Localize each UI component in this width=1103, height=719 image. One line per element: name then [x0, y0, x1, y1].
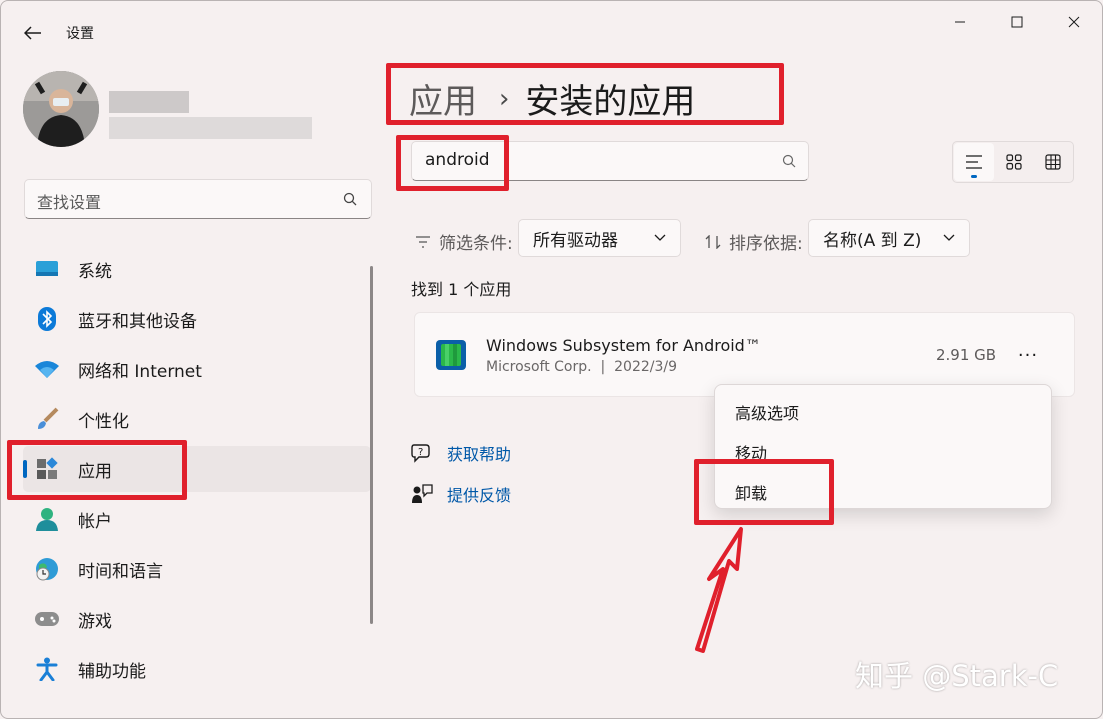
wsa-app-icon — [436, 340, 466, 370]
feedback-label: 提供反馈 — [447, 486, 512, 505]
avatar-photo-icon — [23, 71, 99, 147]
sidebar-item-label: 蓝牙和其他设备 — [78, 311, 197, 332]
chevron-down-icon — [943, 234, 955, 241]
sidebar-item-label: 帐户 — [78, 511, 112, 532]
user-icon — [34, 506, 60, 532]
close-button[interactable] — [1051, 7, 1097, 37]
settings-search-placeholder: 查找设置 — [37, 193, 102, 212]
sidebar-item-label: 个性化 — [78, 411, 129, 432]
accessibility-icon — [34, 656, 60, 682]
sidebar-item-accounts[interactable]: 帐户 — [23, 496, 371, 542]
annotation-box-search — [396, 135, 509, 191]
annotation-box-apps — [7, 440, 187, 500]
drive-filter-dropdown[interactable]: 所有驱动器 — [518, 219, 681, 257]
app-install-date: 2022/3/9 — [614, 359, 678, 375]
sort-value: 名称(A 到 Z) — [823, 230, 922, 251]
app-publisher: Microsoft Corp. — [486, 359, 592, 375]
watermark: 知乎 @Stark-C — [855, 659, 1059, 693]
app-title: 设置 — [66, 26, 94, 42]
filter-label: 筛选条件: — [415, 229, 513, 254]
sidebar-scrollbar[interactable] — [370, 266, 373, 624]
gamepad-icon — [34, 606, 60, 632]
settings-search-input[interactable]: 查找设置 — [24, 179, 372, 219]
brush-icon — [34, 406, 60, 432]
table-view-button[interactable] — [1033, 143, 1073, 181]
sort-icon — [705, 234, 721, 249]
sort-label: 排序依据: — [705, 229, 803, 254]
feedback-link[interactable]: 提供反馈 — [411, 482, 511, 506]
sidebar-item-accessibility[interactable]: 辅助功能 — [23, 646, 371, 692]
title-bar: 设置 — [1, 1, 1102, 51]
more-options-button[interactable]: ··· — [1013, 340, 1043, 370]
get-help-link[interactable]: ? 获取帮助 — [411, 441, 511, 465]
minimize-button[interactable] — [937, 7, 983, 37]
sidebar-item-personalization[interactable]: 个性化 — [23, 396, 371, 442]
annotation-box-uninstall — [694, 459, 834, 525]
sidebar-item-label: 网络和 Internet — [78, 361, 202, 382]
sidebar-item-label: 时间和语言 — [78, 561, 163, 582]
app-name: Windows Subsystem for Android™ — [486, 336, 761, 355]
search-icon — [782, 154, 796, 168]
app-size: 2.91 GB — [936, 346, 997, 364]
back-button[interactable] — [17, 17, 49, 49]
meta-separator: | — [600, 359, 606, 375]
arrow-left-icon — [24, 26, 41, 40]
annotation-arrow-icon — [695, 527, 743, 653]
filter-label-text: 筛选条件: — [439, 234, 513, 254]
bluetooth-icon — [34, 306, 60, 332]
minimize-icon — [955, 21, 965, 23]
monitor-icon — [34, 256, 60, 282]
sort-label-text: 排序依据: — [729, 234, 803, 254]
sidebar-item-label: 辅助功能 — [78, 661, 146, 682]
more-icon: ··· — [1017, 344, 1039, 366]
list-view-button[interactable] — [954, 143, 994, 181]
sidebar-item-network[interactable]: 网络和 Internet — [23, 346, 371, 392]
drive-filter-value: 所有驱动器 — [533, 230, 618, 251]
help-chat-icon: ? — [411, 444, 430, 463]
sidebar-item-gaming[interactable]: 游戏 — [23, 596, 371, 642]
annotation-box-title — [386, 63, 784, 125]
settings-window: 设置 查找设置 系统 蓝牙和其他设备 网络和 Internet 个性化 应用 帐… — [0, 0, 1103, 719]
view-toggle-group — [952, 141, 1074, 183]
filter-icon — [416, 235, 430, 248]
search-icon — [343, 192, 357, 206]
globe-clock-icon — [34, 556, 60, 582]
sidebar-item-label: 游戏 — [78, 611, 112, 632]
maximize-icon — [1011, 16, 1023, 28]
sidebar-item-label: 系统 — [78, 261, 112, 282]
grid-view-icon — [1006, 154, 1022, 170]
close-icon — [1068, 16, 1080, 28]
app-meta: Microsoft Corp. | 2022/3/9 — [486, 359, 677, 375]
sidebar-item-system[interactable]: 系统 — [23, 246, 371, 292]
maximize-button[interactable] — [994, 7, 1040, 37]
get-help-label: 获取帮助 — [447, 445, 512, 464]
feedback-icon — [412, 484, 433, 503]
profile-email-blurred — [109, 117, 312, 139]
sort-dropdown[interactable]: 名称(A 到 Z) — [808, 219, 970, 257]
list-view-icon — [966, 155, 982, 169]
menu-item-advanced[interactable]: 高级选项 — [715, 390, 1051, 428]
grid-view-button[interactable] — [994, 143, 1034, 181]
svg-text:?: ? — [418, 447, 423, 458]
table-view-icon — [1045, 154, 1061, 170]
sidebar-item-time-language[interactable]: 时间和语言 — [23, 546, 371, 592]
chevron-down-icon — [654, 234, 666, 241]
profile-name-blurred — [109, 91, 189, 113]
wifi-icon — [34, 356, 60, 382]
sidebar-item-bluetooth[interactable]: 蓝牙和其他设备 — [23, 296, 371, 342]
result-count: 找到 1 个应用 — [411, 280, 512, 299]
avatar[interactable] — [23, 71, 99, 147]
